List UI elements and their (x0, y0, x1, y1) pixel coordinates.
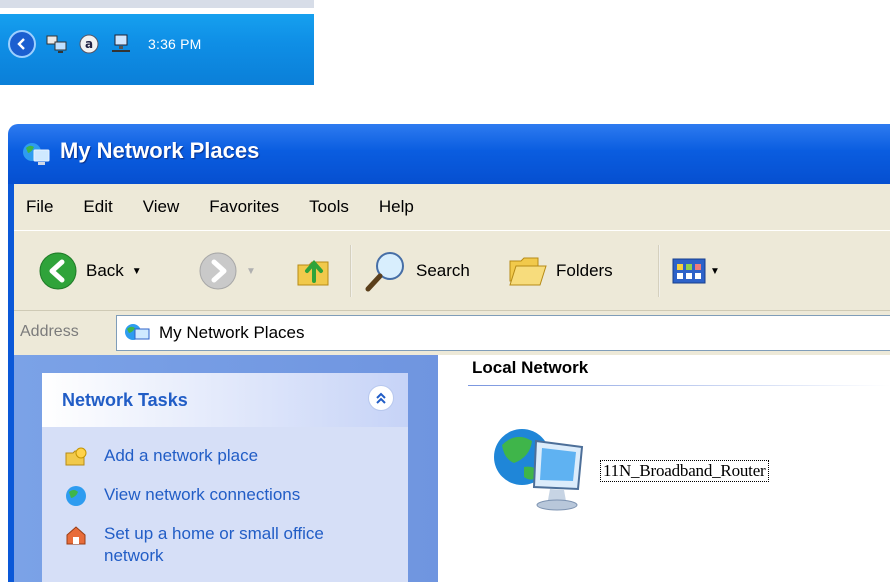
task-add-network-place[interactable]: Add a network place (64, 445, 258, 469)
folders-label: Folders (556, 261, 613, 280)
menu-help[interactable]: Help (379, 197, 414, 217)
task-label: Add a network place (104, 446, 259, 465)
back-dropdown-icon[interactable]: ▼ (132, 266, 142, 277)
task-view-network-connections[interactable]: View network connections (64, 484, 300, 508)
network-status-tray-icon[interactable] (110, 33, 132, 55)
taskbar-clock[interactable]: 3:36 PM (148, 36, 202, 52)
address-label: Address (20, 323, 79, 340)
tray-top-strip (0, 0, 314, 8)
menu-favorites[interactable]: Favorites (209, 197, 279, 217)
toolbar: Back ▼ ▼ Search Folders ▼ (14, 230, 890, 311)
menu-tools[interactable]: Tools (309, 197, 349, 217)
network-connections-tray-icon[interactable] (46, 33, 68, 55)
back-button[interactable]: Back ▼ (38, 249, 142, 293)
menu-bar: File Edit View Favorites Tools Help (14, 184, 890, 230)
search-button[interactable]: Search (364, 249, 470, 293)
folders-button[interactable]: Folders (508, 249, 613, 293)
add-network-place-icon (65, 447, 87, 466)
svg-text:a: a (85, 37, 93, 51)
network-device-label[interactable]: 11N_Broadband_Router (600, 460, 769, 482)
task-setup-home-network[interactable]: Set up a home or small office network (64, 523, 344, 567)
file-view: Local Network 11N_Broadband_Router (438, 355, 890, 582)
views-button[interactable]: ▼ (672, 249, 720, 293)
explorer-window: My Network Places File Edit View Favorit… (8, 124, 890, 582)
network-tasks-header[interactable]: Network Tasks (42, 373, 408, 427)
forward-button[interactable]: ▼ (198, 249, 256, 293)
toolbar-separator (658, 245, 660, 297)
forward-dropdown-icon[interactable]: ▼ (246, 266, 256, 277)
folders-icon (509, 257, 547, 286)
forward-arrow-icon (199, 252, 237, 290)
task-label: Set up a home or small office network (104, 524, 324, 565)
home-network-icon (66, 526, 86, 545)
network-tasks-panel: Network Tasks Add a network place View n… (42, 373, 408, 582)
chevron-left-icon[interactable] (8, 30, 36, 58)
taskbar-tray: a 3:36 PM (0, 0, 314, 85)
search-label: Search (416, 261, 470, 280)
address-field[interactable]: My Network Places (116, 315, 890, 351)
network-places-icon (125, 324, 150, 340)
network-places-icon (20, 138, 52, 170)
address-value: My Network Places (159, 323, 305, 342)
network-connections-icon (66, 486, 86, 506)
views-icon (672, 258, 706, 284)
network-device-icon[interactable] (490, 417, 590, 513)
collapse-chevron-icon[interactable] (368, 385, 394, 411)
group-divider (468, 385, 890, 386)
toolbar-separator (350, 245, 352, 297)
title-bar[interactable]: My Network Places (8, 124, 890, 184)
task-pane: Network Tasks Add a network place View n… (14, 355, 438, 582)
assistant-tray-icon[interactable]: a (78, 33, 100, 55)
views-dropdown-icon[interactable]: ▼ (710, 266, 720, 277)
back-arrow-icon (39, 252, 77, 290)
up-folder-button[interactable] (294, 249, 334, 293)
address-bar: Address My Network Places (14, 310, 890, 355)
task-label: View network connections (104, 485, 301, 504)
window-title: My Network Places (60, 138, 260, 163)
up-folder-icon (297, 259, 329, 286)
menu-edit[interactable]: Edit (83, 197, 112, 217)
back-label: Back (86, 261, 124, 280)
search-icon (365, 252, 404, 292)
network-tasks-title: Network Tasks (62, 390, 188, 410)
menu-view[interactable]: View (143, 197, 180, 217)
menu-file[interactable]: File (26, 197, 53, 217)
tray-icons: a 3:36 PM (8, 18, 202, 70)
content-area: Network Tasks Add a network place View n… (14, 355, 890, 582)
group-header: Local Network (472, 358, 589, 377)
